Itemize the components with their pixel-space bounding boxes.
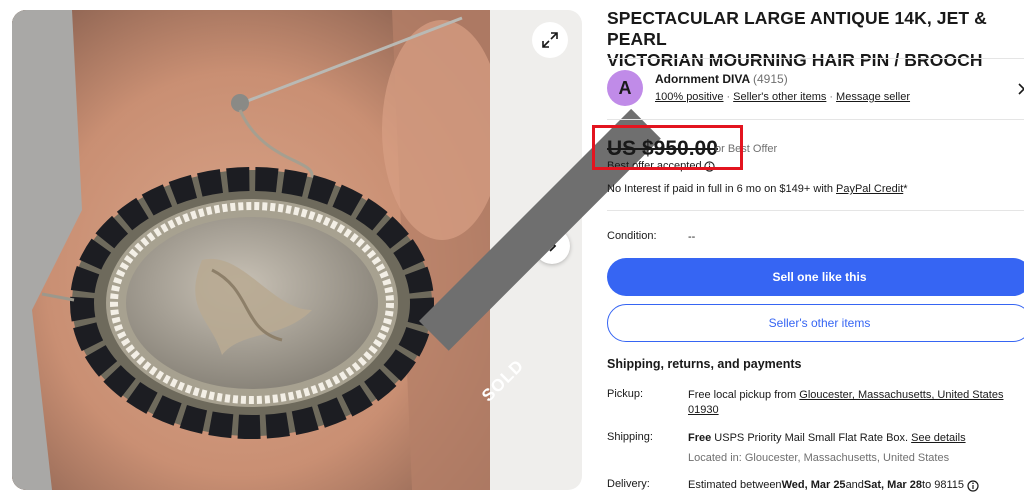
pickup-value: Free local pickup from Gloucester, Massa… <box>688 388 1003 418</box>
delivery-value: Estimated between Wed, Mar 25 and Sat, M… <box>688 478 979 493</box>
delivery-start: Wed, Mar 25 <box>781 479 846 491</box>
shipping-section-title: Shipping, returns, and payments <box>607 357 802 371</box>
image-gallery: SOLD <box>0 0 661 502</box>
pickup-zip-link[interactable]: 01930 <box>688 404 719 416</box>
shipping-free: Free <box>688 432 712 444</box>
item-title-line2: VICTORIAN MOURNING HAIR PIN / BROOCH <box>607 50 983 70</box>
expand-image-button[interactable] <box>532 22 568 58</box>
pickup-location-link[interactable]: Gloucester, Massachusetts, United States <box>799 389 1003 401</box>
item-title-line1: SPECTACULAR LARGE ANTIQUE 14K, JET & PEA… <box>607 8 987 49</box>
delivery-end: Sat, Mar 28 <box>863 479 923 491</box>
seller-avatar[interactable]: A <box>607 70 643 106</box>
shipping-value: Free USPS Priority Mail Small Flat Rate … <box>688 431 966 446</box>
price-highlight-box <box>592 125 743 170</box>
see-details-link[interactable]: See details <box>911 432 965 444</box>
seller-feedback-count: (4915) <box>753 72 788 86</box>
delivery-and: and <box>845 479 864 491</box>
info-icon[interactable] <box>967 479 979 492</box>
financing-suffix: * <box>903 183 908 195</box>
financing-text: No Interest if paid in full in 6 mo on $… <box>607 183 836 195</box>
separator-dot: · <box>726 91 731 103</box>
delivery-prefix: Estimated between <box>688 479 782 491</box>
expand-icon <box>542 32 558 48</box>
separator-dot: · <box>829 91 834 103</box>
located-in-text: Located in: Gloucester, Massachusetts, U… <box>688 452 950 464</box>
listing-photo[interactable] <box>12 10 490 490</box>
divider <box>607 210 1024 211</box>
financing-note: No Interest if paid in full in 6 mo on $… <box>607 183 908 195</box>
seller-name-text[interactable]: Adornment DIVA <box>655 72 750 86</box>
divider <box>607 119 1024 120</box>
seller-positive-link[interactable]: 100% positive <box>655 91 724 103</box>
delivery-label: Delivery: <box>607 478 650 490</box>
divider <box>607 58 1024 59</box>
message-seller-link[interactable]: Message seller <box>836 91 910 103</box>
chevron-right-icon[interactable] <box>1016 82 1024 96</box>
condition-label: Condition: <box>607 230 657 242</box>
pickup-prefix: Free local pickup from <box>688 389 800 401</box>
sell-one-like-this-button[interactable]: Sell one like this <box>607 258 1024 296</box>
item-details-panel: SPECTACULAR LARGE ANTIQUE 14K, JET & PEA… <box>592 0 1024 502</box>
seller-links: 100% positive · Seller's other items · Messa… <box>655 91 910 103</box>
shipping-service: USPS Priority Mail Small Flat Rate Box. <box>711 432 912 444</box>
condition-value: -- <box>688 231 696 243</box>
pickup-label: Pickup: <box>607 388 644 400</box>
seller-card: A Adornment DIVA (4915) 100% positive · Se… <box>607 70 1024 110</box>
seller-name[interactable]: Adornment DIVA (4915) <box>655 72 788 86</box>
seller-other-items-link[interactable]: Seller's other items <box>733 91 826 103</box>
located-in: Located in: Gloucester, Massachusetts, U… <box>688 451 949 466</box>
sellers-other-items-button[interactable]: Seller's other items <box>607 304 1024 342</box>
paypal-credit-link[interactable]: PayPal Credit <box>836 183 903 195</box>
delivery-to[interactable]: to 98115 <box>922 478 964 493</box>
item-title: SPECTACULAR LARGE ANTIQUE 14K, JET & PEA… <box>607 8 1024 71</box>
brooch-photo-illustration <box>12 10 490 490</box>
shipping-label: Shipping: <box>607 431 653 443</box>
